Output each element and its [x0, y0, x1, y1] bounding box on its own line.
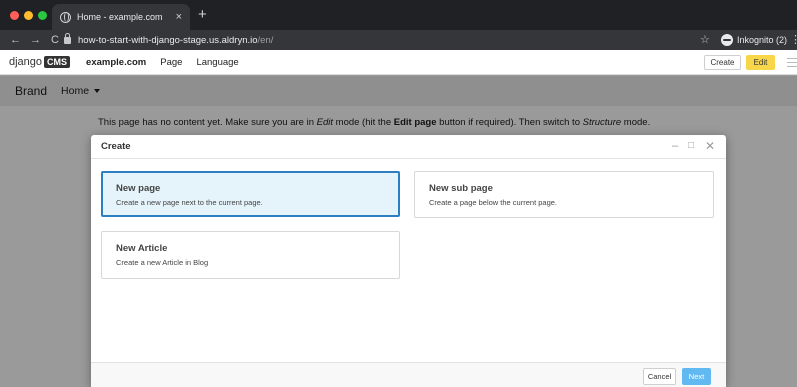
site-navbar: Brand Home	[0, 76, 797, 106]
incognito-label[interactable]: Inkognito (2)	[737, 35, 787, 45]
url-field[interactable]: how-to-start-with-django-stage.us.aldryn…	[64, 32, 704, 48]
url-host: how-to-start-with-django-stage.us.aldryn…	[78, 34, 258, 46]
browser-tab[interactable]: Home - example.com ×	[52, 4, 190, 30]
cms-toolbar: django CMS example.com Page Language Cre…	[0, 50, 797, 75]
notice-edit-word: Edit	[316, 117, 334, 128]
toolbar-site-menu[interactable]: example.com	[86, 57, 146, 68]
modal-title: Create	[101, 141, 131, 152]
empty-page-notice: This page has no content yet. Make sure …	[98, 117, 650, 128]
chevron-down-icon	[94, 89, 101, 93]
option-new-article[interactable]: New Article Create a new Article in Blog	[101, 231, 400, 279]
reload-icon[interactable]: C	[50, 34, 60, 46]
globe-icon	[60, 11, 71, 23]
option-description: Create a new page next to the current pa…	[116, 198, 263, 207]
bookmark-star-icon[interactable]: ☆	[700, 33, 710, 46]
option-description: Create a page below the current page.	[429, 198, 558, 207]
browser-tab-bar: Home - example.com × +	[0, 0, 797, 30]
option-description: Create a new Article in Blog	[116, 258, 209, 267]
browser-menu-icon[interactable]: ⋮	[790, 33, 797, 46]
logo-text: django	[9, 56, 43, 68]
home-nav-label: Home	[61, 85, 90, 97]
option-title: New sub page	[429, 183, 493, 194]
option-new-page[interactable]: New page Create a new page next to the c…	[101, 171, 400, 217]
back-icon[interactable]: ←	[10, 34, 21, 46]
option-title: New Article	[116, 243, 168, 254]
create-button[interactable]: Create	[704, 55, 741, 70]
brand-link[interactable]: Brand	[15, 84, 47, 98]
tab-close-icon[interactable]: ×	[176, 11, 182, 23]
incognito-icon[interactable]	[721, 34, 733, 46]
notice-text: mode (hit the	[333, 117, 394, 128]
lock-icon	[64, 32, 71, 44]
new-tab-button[interactable]: +	[198, 6, 207, 24]
toolbar-page-menu[interactable]: Page	[160, 57, 182, 68]
notice-text: This page has no content yet. Make sure …	[98, 117, 317, 128]
notice-text: mode.	[621, 117, 651, 128]
option-title: New page	[116, 183, 161, 194]
address-bar: ← → C how-to-start-with-django-stage.us.…	[0, 30, 797, 50]
tab-title: Home - example.com	[77, 12, 163, 22]
home-nav-item[interactable]: Home	[61, 85, 101, 97]
modal-footer: Cancel Next	[91, 362, 726, 387]
close-window-button[interactable]	[10, 11, 19, 20]
create-modal: Create – □ ✕ New page Create a new page …	[91, 135, 726, 387]
hamburger-menu-icon[interactable]	[787, 58, 797, 67]
logo-box: CMS	[44, 56, 71, 68]
toolbar-language-menu[interactable]: Language	[196, 57, 238, 68]
maximize-icon[interactable]: □	[688, 140, 694, 152]
forward-icon[interactable]: →	[30, 34, 41, 46]
url-path: /en/	[257, 34, 274, 46]
edit-button[interactable]: Edit	[746, 55, 775, 70]
modal-header[interactable]: Create – □ ✕	[91, 135, 726, 159]
notice-edit-page: Edit page	[393, 117, 437, 128]
option-new-sub-page[interactable]: New sub page Create a page below the cur…	[414, 171, 714, 218]
cancel-button[interactable]: Cancel	[643, 368, 676, 385]
minimize-window-button[interactable]	[24, 11, 33, 20]
notice-structure-word: Structure	[582, 117, 622, 128]
maximize-window-button[interactable]	[38, 11, 47, 20]
minimize-icon[interactable]: –	[672, 140, 678, 152]
django-cms-logo[interactable]: django CMS	[9, 56, 71, 68]
next-button[interactable]: Next	[682, 368, 711, 385]
notice-text: button if required). Then switch to	[436, 117, 583, 128]
close-icon[interactable]: ✕	[705, 140, 715, 152]
